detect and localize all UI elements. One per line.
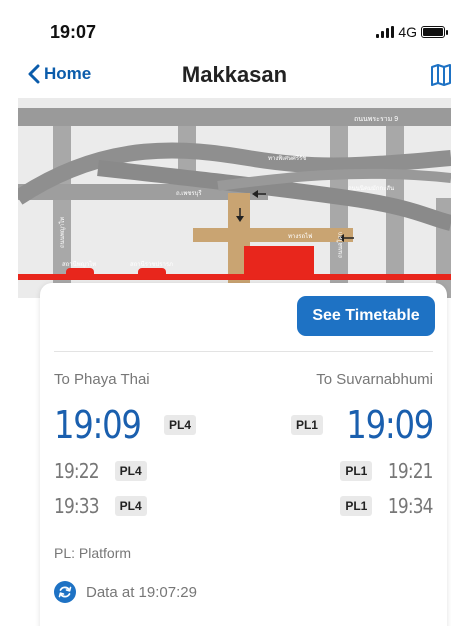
direction-left-label: To Phaya Thai — [54, 371, 150, 388]
map-label-expressway: ทางพิเศษศรีรัช — [268, 154, 306, 162]
left-departure-row: 19:33 PL4 — [54, 494, 147, 518]
network-type: 4G — [398, 24, 417, 40]
svg-text:ถนนพญาไท: ถนนพญาไท — [58, 217, 66, 248]
see-timetable-button[interactable]: See Timetable — [297, 296, 435, 336]
departure-time: 19:09 — [54, 403, 142, 447]
platform-badge: PL4 — [164, 415, 197, 435]
data-timestamp: Data at 19:07:29 — [54, 581, 197, 603]
refresh-icon[interactable] — [54, 581, 76, 603]
platform-badge: PL1 — [340, 461, 373, 481]
left-departure-row: 19:22 PL4 — [54, 459, 147, 483]
platform-badge: PL4 — [114, 461, 147, 481]
departure-time: 19:34 — [388, 494, 434, 518]
departure-time: 19:09 — [346, 403, 434, 447]
station-map[interactable]: ถนนพระราม 9 ถ.เพชรบุรี ทางพิเศษศรีรัช ถน… — [18, 98, 451, 298]
map-label-rama9: ถนนพระราม 9 — [354, 116, 398, 123]
direction-right-label: To Suvarnabhumi — [316, 371, 433, 388]
map-label-asok: ถนนอโศก — [336, 232, 344, 258]
right-departure-row: PL1 19:34 — [340, 494, 434, 518]
departure-time: 19:22 — [54, 459, 100, 483]
data-timestamp-text: Data at 19:07:29 — [86, 583, 197, 601]
page-title: Makkasan — [181, 62, 288, 87]
platform-badge: PL4 — [114, 496, 147, 516]
signal-icon — [376, 26, 395, 38]
left-next-departure: 19:09 PL4 — [54, 403, 197, 447]
map-button[interactable] — [431, 64, 451, 91]
status-time: 19:07 — [50, 22, 97, 42]
map-label-nikhom: ถนนนิคมมักกะสัน — [348, 185, 394, 192]
map-graphic: ถนนพระราม 9 ถ.เพชรบุรี ทางพิเศษศรีรัช ถน… — [18, 98, 451, 298]
map-label-ratchaprarop: สถานีราชปรารภ — [130, 260, 173, 268]
map-label-phayathai: สถานีพญาไท — [62, 260, 96, 268]
status-bar: 19:07 4G — [18, 0, 451, 56]
right-departure-row: PL1 19:21 — [340, 459, 434, 483]
map-label-petchaburi: ถ.เพชรบุรี — [176, 189, 202, 197]
app-screen: 19:07 4G Home Makkasan ถนนพระราม 9 ถ.เพช… — [18, 0, 451, 626]
platform-badge: PL1 — [290, 415, 323, 435]
departure-time: 19:21 — [388, 459, 434, 483]
battery-icon — [421, 26, 448, 38]
right-next-departure: PL1 19:09 — [290, 403, 434, 447]
map-icon — [431, 64, 451, 86]
platform-badge: PL1 — [340, 496, 373, 516]
departure-time: 19:33 — [54, 494, 100, 518]
map-label-railway: ทางรถไฟ — [288, 232, 312, 240]
status-indicators: 4G — [376, 24, 448, 40]
platform-legend: PL: Platform — [54, 545, 132, 561]
card-divider — [54, 351, 433, 352]
departure-card: See Timetable To Phaya Thai To Suvarnabh… — [40, 283, 447, 626]
nav-bar: Home Makkasan — [18, 56, 451, 98]
